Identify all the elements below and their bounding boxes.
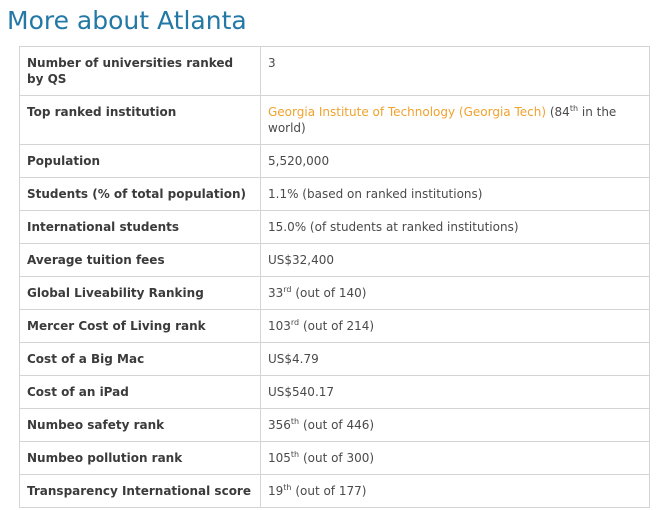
row-label: Numbeo pollution rank — [19, 441, 261, 475]
city-info-table: Number of universities ranked by QS 3 To… — [19, 46, 650, 508]
row-label: Numbeo safety rank — [19, 408, 261, 442]
rank-number: 33 — [268, 286, 284, 300]
rank-context: (out of 214) — [299, 319, 375, 333]
rank-suffix: th — [569, 104, 579, 113]
row-value: 5,520,000 — [260, 144, 650, 178]
row-value: 1.1% (based on ranked institutions) — [260, 177, 650, 211]
row-label: Cost of an iPad — [19, 375, 261, 409]
row-label: Average tuition fees — [19, 243, 261, 277]
row-value: US$540.17 — [260, 375, 650, 409]
row-value: US$4.79 — [260, 342, 650, 376]
table-row: Numbeo pollution rank 105th (out of 300) — [19, 441, 650, 475]
row-label: Number of universities ranked by QS — [19, 46, 261, 96]
table-row: Cost of a Big Mac US$4.79 — [19, 342, 650, 376]
row-label: Top ranked institution — [19, 95, 261, 145]
row-label: Cost of a Big Mac — [19, 342, 261, 376]
rank-context: (out of 177) — [291, 484, 367, 498]
table-row: Global Liveability Ranking 33rd (out of … — [19, 276, 650, 310]
rank-number: 105 — [268, 451, 291, 465]
row-value: 105th (out of 300) — [260, 441, 650, 475]
row-label: Mercer Cost of Living rank — [19, 309, 261, 343]
row-label: Population — [19, 144, 261, 178]
row-label: Transparency International score — [19, 474, 261, 508]
table-row: Cost of an iPad US$540.17 — [19, 375, 650, 409]
rank-number: 19 — [268, 484, 284, 498]
table-row: Transparency International score 19th (o… — [19, 474, 650, 508]
row-value: US$32,400 — [260, 243, 650, 277]
rank-suffix: th — [283, 483, 292, 492]
row-value: 19th (out of 177) — [260, 474, 650, 508]
table-row: Mercer Cost of Living rank 103rd (out of… — [19, 309, 650, 343]
row-value: 33rd (out of 140) — [260, 276, 650, 310]
row-value: Georgia Institute of Technology (Georgia… — [260, 95, 650, 145]
top-institution-link[interactable]: Georgia Institute of Technology (Georgia… — [268, 105, 546, 119]
rank-suffix: th — [290, 450, 300, 459]
row-label: International students — [19, 210, 261, 244]
row-value: 15.0% (of students at ranked institution… — [260, 210, 650, 244]
rank-number: 103 — [268, 319, 291, 333]
rank-suffix: th — [290, 417, 300, 426]
rank-context: (out of 446) — [299, 418, 375, 432]
table-row: Numbeo safety rank 356th (out of 446) — [19, 408, 650, 442]
row-value: 103rd (out of 214) — [260, 309, 650, 343]
page-title: More about Atlanta — [7, 6, 247, 35]
table-row: Students (% of total population) 1.1% (b… — [19, 177, 650, 211]
rank-suffix: rd — [290, 318, 300, 327]
table-row: Top ranked institution Georgia Institute… — [19, 95, 650, 145]
row-value: 3 — [260, 46, 650, 96]
rank-number: 84 — [554, 105, 570, 119]
table-row: International students 15.0% (of student… — [19, 210, 650, 244]
rank-suffix: rd — [283, 285, 292, 294]
table-row: Number of universities ranked by QS 3 — [19, 46, 650, 96]
table-row: Population 5,520,000 — [19, 144, 650, 178]
row-label: Global Liveability Ranking — [19, 276, 261, 310]
row-value: 356th (out of 446) — [260, 408, 650, 442]
rank-context: (out of 300) — [299, 451, 375, 465]
row-label: Students (% of total population) — [19, 177, 261, 211]
rank-context: (out of 140) — [291, 286, 367, 300]
table-row: Average tuition fees US$32,400 — [19, 243, 650, 277]
rank-number: 356 — [268, 418, 291, 432]
